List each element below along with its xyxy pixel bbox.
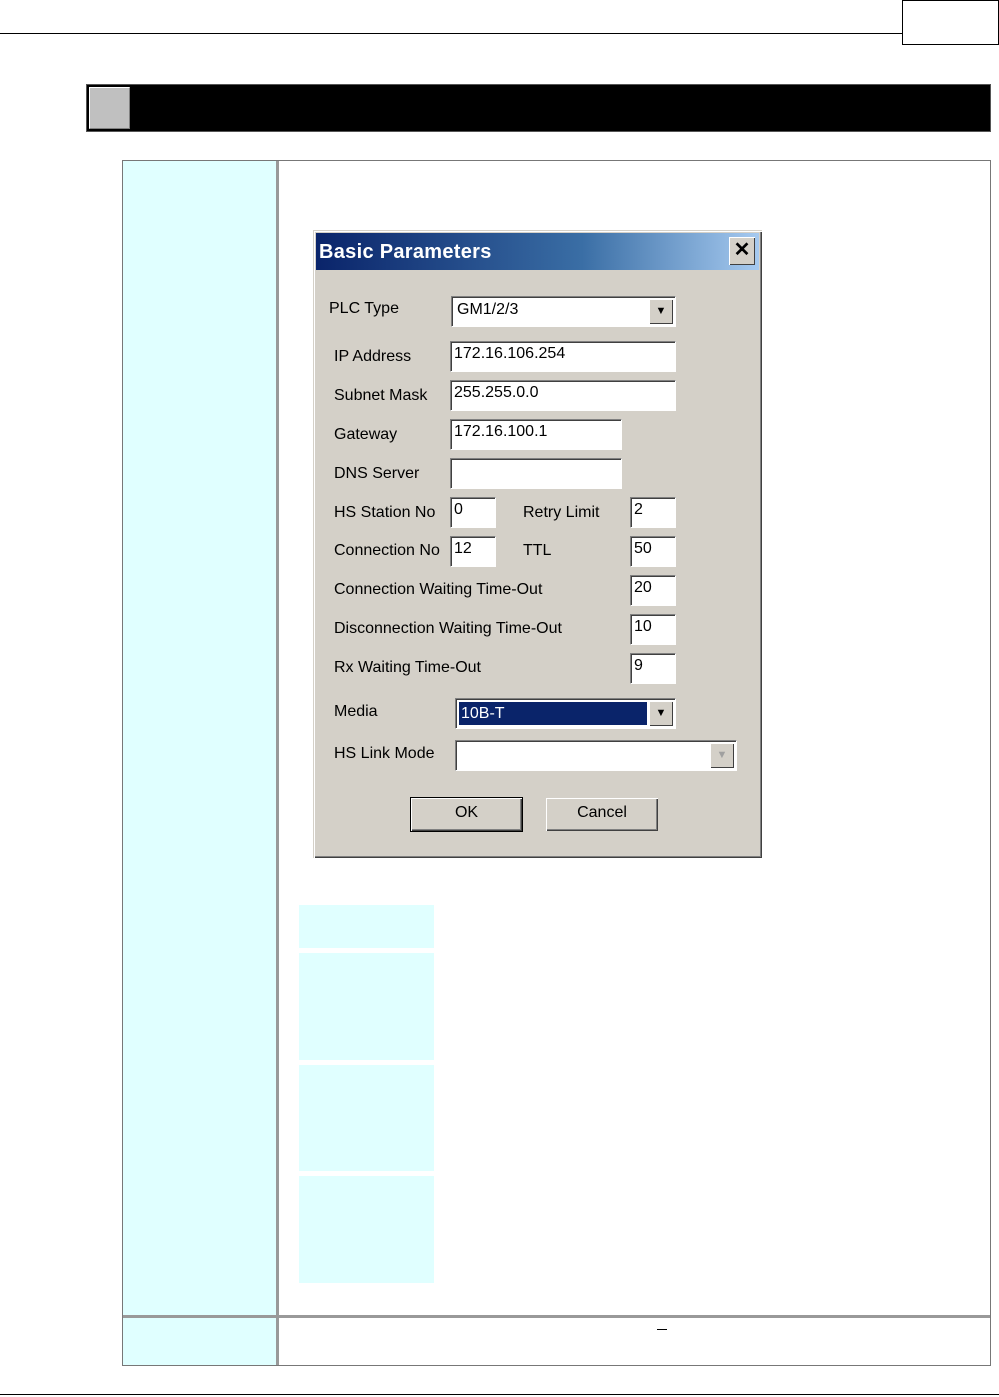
connection-waiting-timeout-label: Connection Waiting Time-Out — [334, 581, 543, 598]
plc-type-dropdown-button[interactable]: ▼ — [649, 299, 673, 324]
dns-server-input[interactable] — [450, 458, 622, 489]
subnet-mask-input[interactable]: 255.255.0.0 — [450, 380, 676, 411]
dns-server-label: DNS Server — [334, 465, 420, 482]
ttl-input[interactable]: 50 — [630, 536, 676, 567]
page-number-box — [902, 0, 999, 45]
hs-station-no-input[interactable]: 0 — [450, 497, 496, 528]
gateway-label: Gateway — [334, 426, 398, 443]
chevron-down-icon: ▼ — [655, 707, 667, 719]
rx-waiting-timeout-input[interactable]: 9 — [630, 653, 676, 684]
param-label-cell — [299, 953, 434, 1060]
chevron-down-icon: ▼ — [655, 305, 667, 317]
cancel-button[interactable]: Cancel — [546, 798, 658, 831]
connection-no-input[interactable]: 12 — [450, 536, 496, 567]
media-label: Media — [334, 703, 378, 720]
retry-limit-label: Retry Limit — [523, 504, 600, 521]
hs-link-mode-label: HS Link Mode — [334, 745, 435, 762]
dialog-title: Basic Parameters — [319, 241, 492, 263]
gateway-input[interactable]: 172.16.100.1 — [450, 419, 622, 450]
media-selected-text: 10B-T — [461, 705, 505, 722]
plc-type-label: PLC Type — [329, 300, 399, 317]
param-label-cell — [299, 905, 434, 948]
hs-station-no-label: HS Station No — [334, 504, 436, 521]
chevron-down-icon: ▼ — [716, 749, 728, 761]
media-dropdown-button[interactable]: ▼ — [649, 701, 673, 726]
ip-address-label: IP Address — [334, 348, 412, 365]
close-icon: ✕ — [733, 239, 751, 261]
rx-waiting-timeout-label: Rx Waiting Time-Out — [334, 659, 481, 676]
section-heading-square — [89, 87, 130, 129]
footer-mark — [657, 1329, 667, 1330]
disconnection-waiting-timeout-label: Disconnection Waiting Time-Out — [334, 620, 562, 637]
connection-waiting-timeout-input[interactable]: 20 — [630, 575, 676, 606]
table-label-cell-footer — [123, 1318, 276, 1365]
ttl-label: TTL — [523, 542, 552, 559]
connection-no-label: Connection No — [334, 542, 440, 559]
param-label-cell — [299, 1065, 434, 1171]
header-rule — [0, 33, 903, 34]
retry-limit-input[interactable]: 2 — [630, 497, 676, 528]
table-column-divider — [276, 161, 279, 1365]
section-heading-bar — [86, 84, 991, 132]
table-label-cell — [123, 161, 276, 1315]
ip-address-input[interactable]: 172.16.106.254 — [450, 341, 676, 372]
plc-type-select[interactable]: GM1/2/3 — [451, 296, 676, 327]
close-button[interactable]: ✕ — [729, 237, 755, 265]
footer-rule — [0, 1394, 999, 1395]
hs-link-mode-dropdown-button[interactable]: ▼ — [710, 743, 734, 768]
param-label-cell — [299, 1176, 434, 1283]
plc-type-value: GM1/2/3 — [457, 301, 519, 318]
disconnection-waiting-timeout-input[interactable]: 10 — [630, 614, 676, 645]
subnet-mask-label: Subnet Mask — [334, 387, 428, 404]
table-row-divider — [123, 1315, 990, 1318]
hs-link-mode-select[interactable] — [455, 740, 737, 771]
ok-button[interactable]: OK — [410, 797, 523, 832]
